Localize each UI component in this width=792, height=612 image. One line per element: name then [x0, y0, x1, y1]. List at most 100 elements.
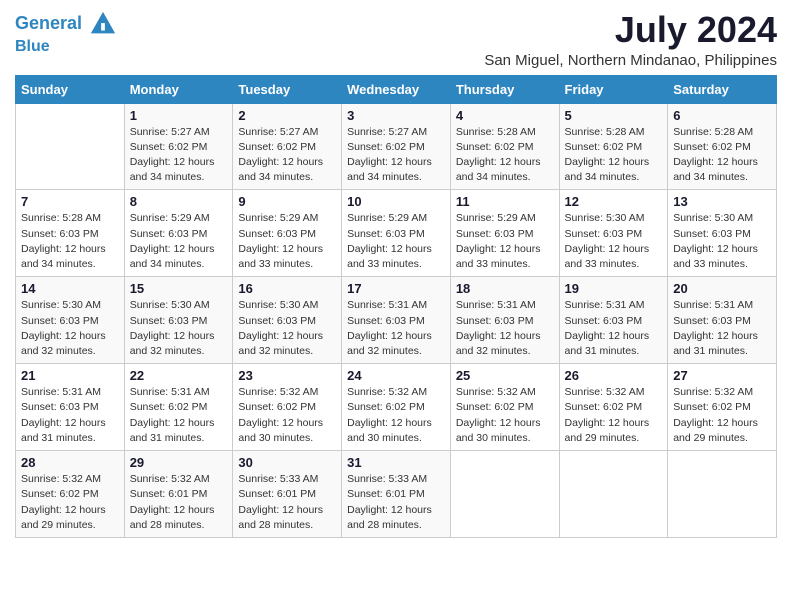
- calendar-cell: 29 Sunrise: 5:32 AM Sunset: 6:01 PM Dayl…: [124, 451, 233, 538]
- sunrise-label: Sunrise: 5:30 AM: [565, 212, 645, 224]
- daylight-label: Daylight: 12 hours and 30 minutes.: [238, 417, 323, 444]
- sunrise-label: Sunrise: 5:31 AM: [21, 386, 101, 398]
- sunrise-label: Sunrise: 5:32 AM: [130, 473, 210, 485]
- calendar-cell: 17 Sunrise: 5:31 AM Sunset: 6:03 PM Dayl…: [342, 277, 451, 364]
- daylight-label: Daylight: 12 hours and 34 minutes.: [673, 156, 758, 183]
- day-number: 5: [565, 108, 663, 123]
- daylight-label: Daylight: 12 hours and 29 minutes.: [21, 504, 106, 531]
- day-info: Sunrise: 5:29 AM Sunset: 6:03 PM Dayligh…: [456, 211, 554, 272]
- sunrise-label: Sunrise: 5:30 AM: [130, 299, 210, 311]
- daylight-label: Daylight: 12 hours and 34 minutes.: [130, 156, 215, 183]
- sunset-label: Sunset: 6:03 PM: [21, 228, 99, 240]
- weekday-header: Thursday: [450, 75, 559, 103]
- day-info: Sunrise: 5:29 AM Sunset: 6:03 PM Dayligh…: [238, 211, 336, 272]
- sunrise-label: Sunrise: 5:32 AM: [673, 386, 753, 398]
- sunrise-label: Sunrise: 5:33 AM: [238, 473, 318, 485]
- day-number: 28: [21, 455, 119, 470]
- day-number: 26: [565, 368, 663, 383]
- calendar-cell: [16, 103, 125, 190]
- day-number: 3: [347, 108, 445, 123]
- day-number: 14: [21, 281, 119, 296]
- sunset-label: Sunset: 6:03 PM: [456, 228, 534, 240]
- daylight-label: Daylight: 12 hours and 34 minutes.: [565, 156, 650, 183]
- calendar-cell: 25 Sunrise: 5:32 AM Sunset: 6:02 PM Dayl…: [450, 364, 559, 451]
- day-number: 24: [347, 368, 445, 383]
- day-info: Sunrise: 5:31 AM Sunset: 6:03 PM Dayligh…: [456, 298, 554, 359]
- day-info: Sunrise: 5:31 AM Sunset: 6:03 PM Dayligh…: [347, 298, 445, 359]
- daylight-label: Daylight: 12 hours and 31 minutes.: [21, 417, 106, 444]
- sunset-label: Sunset: 6:02 PM: [238, 401, 316, 413]
- sunrise-label: Sunrise: 5:28 AM: [21, 212, 101, 224]
- title-area: July 2024 San Miguel, Northern Mindanao,…: [484, 10, 777, 69]
- sunset-label: Sunset: 6:03 PM: [565, 228, 643, 240]
- day-number: 8: [130, 194, 228, 209]
- weekday-header: Monday: [124, 75, 233, 103]
- daylight-label: Daylight: 12 hours and 34 minutes.: [130, 243, 215, 270]
- day-info: Sunrise: 5:33 AM Sunset: 6:01 PM Dayligh…: [238, 472, 336, 533]
- day-number: 17: [347, 281, 445, 296]
- sunset-label: Sunset: 6:03 PM: [673, 228, 751, 240]
- day-number: 1: [130, 108, 228, 123]
- sunset-label: Sunset: 6:02 PM: [21, 488, 99, 500]
- day-number: 31: [347, 455, 445, 470]
- weekday-header: Tuesday: [233, 75, 342, 103]
- logo-text: General: [15, 10, 117, 38]
- day-number: 22: [130, 368, 228, 383]
- sunset-label: Sunset: 6:03 PM: [347, 228, 425, 240]
- daylight-label: Daylight: 12 hours and 34 minutes.: [456, 156, 541, 183]
- day-number: 16: [238, 281, 336, 296]
- sunrise-label: Sunrise: 5:28 AM: [673, 126, 753, 138]
- day-info: Sunrise: 5:29 AM Sunset: 6:03 PM Dayligh…: [130, 211, 228, 272]
- calendar-cell: [668, 451, 777, 538]
- day-number: 23: [238, 368, 336, 383]
- day-number: 6: [673, 108, 771, 123]
- sunrise-label: Sunrise: 5:32 AM: [238, 386, 318, 398]
- day-info: Sunrise: 5:32 AM Sunset: 6:02 PM Dayligh…: [456, 385, 554, 446]
- sunset-label: Sunset: 6:03 PM: [238, 315, 316, 327]
- daylight-label: Daylight: 12 hours and 32 minutes.: [347, 330, 432, 357]
- weekday-header: Wednesday: [342, 75, 451, 103]
- day-number: 7: [21, 194, 119, 209]
- calendar-table: SundayMondayTuesdayWednesdayThursdayFrid…: [15, 75, 777, 538]
- sunset-label: Sunset: 6:03 PM: [565, 315, 643, 327]
- sunrise-label: Sunrise: 5:29 AM: [456, 212, 536, 224]
- sunset-label: Sunset: 6:03 PM: [238, 228, 316, 240]
- calendar-cell: 15 Sunrise: 5:30 AM Sunset: 6:03 PM Dayl…: [124, 277, 233, 364]
- sunrise-label: Sunrise: 5:30 AM: [673, 212, 753, 224]
- daylight-label: Daylight: 12 hours and 28 minutes.: [130, 504, 215, 531]
- calendar-cell: 28 Sunrise: 5:32 AM Sunset: 6:02 PM Dayl…: [16, 451, 125, 538]
- daylight-label: Daylight: 12 hours and 31 minutes.: [673, 330, 758, 357]
- day-number: 11: [456, 194, 554, 209]
- day-number: 30: [238, 455, 336, 470]
- sunrise-label: Sunrise: 5:30 AM: [238, 299, 318, 311]
- day-info: Sunrise: 5:32 AM Sunset: 6:01 PM Dayligh…: [130, 472, 228, 533]
- sunrise-label: Sunrise: 5:31 AM: [673, 299, 753, 311]
- sunrise-label: Sunrise: 5:31 AM: [347, 299, 427, 311]
- day-info: Sunrise: 5:27 AM Sunset: 6:02 PM Dayligh…: [238, 125, 336, 186]
- day-number: 21: [21, 368, 119, 383]
- day-info: Sunrise: 5:33 AM Sunset: 6:01 PM Dayligh…: [347, 472, 445, 533]
- day-info: Sunrise: 5:28 AM Sunset: 6:02 PM Dayligh…: [673, 125, 771, 186]
- sunrise-label: Sunrise: 5:32 AM: [21, 473, 101, 485]
- daylight-label: Daylight: 12 hours and 28 minutes.: [347, 504, 432, 531]
- day-info: Sunrise: 5:32 AM Sunset: 6:02 PM Dayligh…: [565, 385, 663, 446]
- location-subtitle: San Miguel, Northern Mindanao, Philippin…: [484, 52, 777, 69]
- daylight-label: Daylight: 12 hours and 32 minutes.: [456, 330, 541, 357]
- day-info: Sunrise: 5:32 AM Sunset: 6:02 PM Dayligh…: [347, 385, 445, 446]
- day-number: 2: [238, 108, 336, 123]
- sunrise-label: Sunrise: 5:27 AM: [347, 126, 427, 138]
- weekday-header: Sunday: [16, 75, 125, 103]
- calendar-cell: 14 Sunrise: 5:30 AM Sunset: 6:03 PM Dayl…: [16, 277, 125, 364]
- day-info: Sunrise: 5:29 AM Sunset: 6:03 PM Dayligh…: [347, 211, 445, 272]
- month-title: July 2024: [484, 10, 777, 50]
- page-header: General Blue July 2024 San Miguel, North…: [15, 10, 777, 69]
- day-number: 25: [456, 368, 554, 383]
- sunrise-label: Sunrise: 5:27 AM: [130, 126, 210, 138]
- daylight-label: Daylight: 12 hours and 32 minutes.: [130, 330, 215, 357]
- day-number: 9: [238, 194, 336, 209]
- sunrise-label: Sunrise: 5:27 AM: [238, 126, 318, 138]
- sunset-label: Sunset: 6:01 PM: [238, 488, 316, 500]
- sunrise-label: Sunrise: 5:28 AM: [565, 126, 645, 138]
- sunset-label: Sunset: 6:02 PM: [565, 141, 643, 153]
- daylight-label: Daylight: 12 hours and 32 minutes.: [238, 330, 323, 357]
